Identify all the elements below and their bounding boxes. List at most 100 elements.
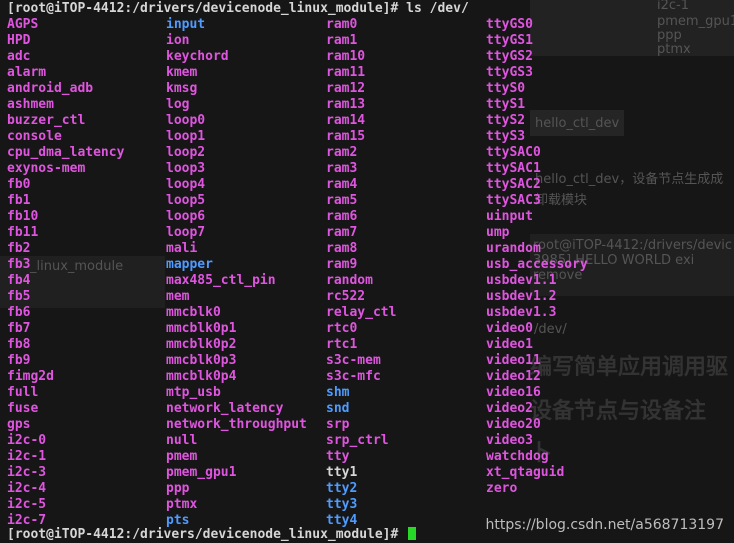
dev-entry: snd — [326, 401, 350, 416]
dev-entry: ppp — [166, 481, 190, 496]
dev-entry: mem — [166, 289, 190, 304]
dev-entry: loop4 — [166, 177, 206, 192]
dev-entry: tty3 — [326, 497, 358, 512]
dev-entry: watchdog — [486, 449, 549, 464]
dev-entry: loop7 — [166, 225, 206, 240]
dev-entry: usb_accessory — [486, 257, 588, 272]
dev-entry: rc522 — [326, 289, 366, 304]
dev-entry: loop5 — [166, 193, 206, 208]
dev-entry: ram7 — [326, 225, 358, 240]
dev-entry: ram11 — [326, 65, 366, 80]
dev-entry: fb10 — [7, 209, 39, 224]
dev-entry: tty1 — [326, 465, 358, 480]
dev-entry: mmcblk0p3 — [166, 353, 237, 368]
dev-entry: ram12 — [326, 81, 366, 96]
dev-entry: loop1 — [166, 129, 206, 144]
dev-entry: fb4 — [7, 273, 31, 288]
dev-entry: ttySAC2 — [486, 177, 541, 192]
dev-entry: fb2 — [7, 241, 31, 256]
dev-entry: video20 — [486, 417, 541, 432]
dev-entry: ram13 — [326, 97, 366, 112]
dev-entry: ram10 — [326, 49, 366, 64]
dev-entry: alarm — [7, 65, 47, 80]
dev-entry: ttyS1 — [486, 97, 526, 112]
dev-entry: ram14 — [326, 113, 366, 128]
dev-entry: gps — [7, 417, 31, 432]
dev-entry: cpu_dma_latency — [7, 145, 125, 160]
dev-entry: ttyGS0 — [486, 17, 533, 32]
dev-entry: fb8 — [7, 337, 31, 352]
ls-column-4: ttyGS0 ttyGS1 ttyGS2 ttyGS3 ttyS0 ttyS1 ttyS2 t… — [486, 17, 588, 497]
dev-entry: mtp_usb — [166, 385, 221, 400]
dev-entry: loop2 — [166, 145, 206, 160]
dev-entry: usbdev1.3 — [486, 305, 557, 320]
dev-entry: ttyS3 — [486, 129, 526, 144]
dev-entry: ram2 — [326, 145, 358, 160]
dev-entry: ram15 — [326, 129, 366, 144]
dev-entry: android_adb — [7, 81, 94, 96]
dev-entry: fuse — [7, 401, 39, 416]
prompt-text: [root@iTOP-4412:/drivers/devicenode_linu… — [7, 527, 407, 542]
dev-entry: video1 — [486, 337, 533, 352]
dev-entry: mapper — [166, 257, 213, 272]
dev-entry: ttySAC1 — [486, 161, 541, 176]
shell-prompt[interactable]: [root@iTOP-4412:/drivers/devicenode_linu… — [7, 527, 417, 543]
dev-entry: video11 — [486, 353, 541, 368]
dev-entry: video2 — [486, 401, 533, 416]
dev-entry: full — [7, 385, 39, 400]
dev-entry: mmcblk0 — [166, 305, 221, 320]
dev-entry: fb6 — [7, 305, 31, 320]
dev-entry: kmem — [166, 65, 198, 80]
dev-entry: fb5 — [7, 289, 31, 304]
dev-entry: ram3 — [326, 161, 358, 176]
dev-entry: srp — [326, 417, 350, 432]
dev-entry: random — [326, 273, 373, 288]
dev-entry: s3c-mfc — [326, 369, 381, 384]
command-line: [root@iTOP-4412:/drivers/devicenode_linu… — [7, 1, 469, 16]
dev-entry: zero — [486, 481, 518, 496]
dev-entry: adc — [7, 49, 31, 64]
dev-entry: fb11 — [7, 225, 39, 240]
dev-entry: video12 — [486, 369, 541, 384]
dev-entry: ram5 — [326, 193, 358, 208]
dev-entry: ttyS0 — [486, 81, 526, 96]
dev-entry: tty2 — [326, 481, 358, 496]
dev-entry: rtc1 — [326, 337, 358, 352]
dev-entry: rtc0 — [326, 321, 358, 336]
dev-entry: ram6 — [326, 209, 358, 224]
background-text: i2c-1 — [657, 0, 689, 13]
ls-column-3: ram0 ram1 ram10 ram11 ram12 ram13 ram14 ram15 ra… — [326, 17, 396, 529]
dev-entry: ram8 — [326, 241, 358, 256]
dev-entry: kmsg — [166, 81, 198, 96]
dev-entry: s3c-mem — [326, 353, 381, 368]
terminal-window[interactable]: i2c-1 pmem_gpu1 ppp ptmx hello_ctl_dev h… — [0, 0, 734, 543]
dev-entry: usbdev1.1 — [486, 273, 557, 288]
dev-entry: input — [166, 17, 206, 32]
dev-entry: ptmx — [166, 497, 198, 512]
dev-entry: ion — [166, 33, 190, 48]
dev-entry: loop3 — [166, 161, 206, 176]
dev-entry: video0 — [486, 321, 533, 336]
dev-entry: network_throughput — [166, 417, 307, 432]
dev-entry: ump — [486, 225, 510, 240]
dev-entry: null — [166, 433, 198, 448]
dev-entry: buzzer_ctl — [7, 113, 86, 128]
dev-entry: fb3 — [7, 257, 31, 272]
dev-entry: i2c-0 — [7, 433, 47, 448]
dev-entry: ttyGS3 — [486, 65, 533, 80]
dev-entry: loop0 — [166, 113, 206, 128]
dev-entry: shm — [326, 385, 350, 400]
dev-entry: ttyGS2 — [486, 49, 533, 64]
dev-entry: keychord — [166, 49, 229, 64]
dev-entry: ram4 — [326, 177, 358, 192]
dev-entry: urandom — [486, 241, 541, 256]
background-text: ptmx — [657, 42, 691, 57]
dev-entry: usbdev1.2 — [486, 289, 557, 304]
dev-entry: relay_ctl — [326, 305, 397, 320]
dev-entry: video16 — [486, 385, 541, 400]
dev-entry: i2c-5 — [7, 497, 47, 512]
ls-column-1: AGPS HPD adc alarm android_adb ashmem buzzer_c… — [7, 17, 124, 529]
dev-entry: ttyGS1 — [486, 33, 533, 48]
dev-entry: log — [166, 97, 190, 112]
ls-column-2: input ion keychord kmem kmsg log loop0 loop1 loo… — [166, 17, 307, 529]
